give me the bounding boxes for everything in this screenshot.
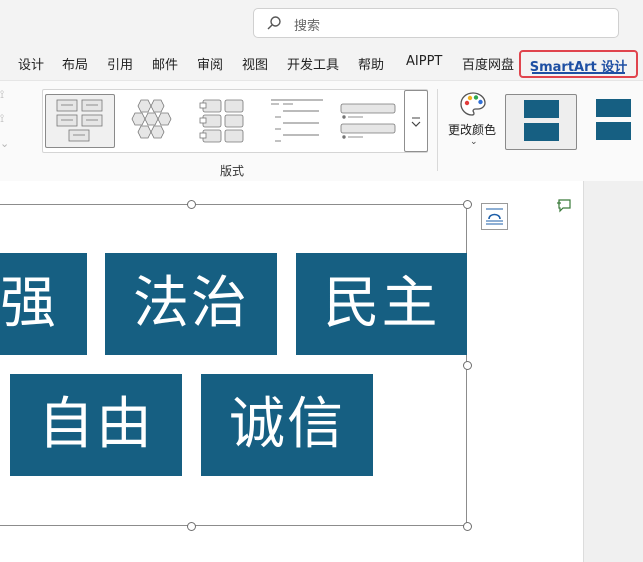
chevron-down-icon xyxy=(411,117,421,127)
layout-options-icon xyxy=(486,208,503,225)
smartart-node[interactable]: 诚信 xyxy=(201,374,373,476)
tab-mailings[interactable]: 邮件 xyxy=(152,54,178,73)
tab-view[interactable]: 视图 xyxy=(242,54,268,73)
layouts-group-label: 版式 xyxy=(220,164,245,178)
tab-smartart-design[interactable]: SmartArt 设计 xyxy=(519,50,638,78)
comment-icon[interactable] xyxy=(556,197,572,213)
tab-help[interactable]: 帮助 xyxy=(358,54,384,73)
resize-handle-bottom-right[interactable] xyxy=(463,522,472,531)
truncated-dropdown-icon: ⌄ xyxy=(0,137,10,150)
ribbon-panel: ⟟ ⟟ ⌄ 版式 更改颜色 ⌄ xyxy=(0,80,643,181)
layout-thumb-line-list[interactable] xyxy=(261,94,331,148)
layout-thumb-bullet-bars[interactable] xyxy=(333,94,403,148)
smartart-style-thumb-2[interactable] xyxy=(585,94,643,150)
palette-icon xyxy=(460,92,486,116)
document-side-gutter xyxy=(583,181,643,562)
resize-handle-bottom[interactable] xyxy=(187,522,196,531)
smartart-node[interactable]: 法治 xyxy=(105,253,277,355)
layout-line-list-icon xyxy=(271,99,323,142)
resize-handle-top-right[interactable] xyxy=(463,200,472,209)
tab-aippt[interactable]: AIPPT xyxy=(406,54,442,69)
active-tab-underline xyxy=(532,72,625,74)
layout-hexagon-icon xyxy=(131,99,172,139)
smartart-node[interactable]: 强 xyxy=(0,253,87,355)
tab-design[interactable]: 设计 xyxy=(18,54,44,73)
chevron-down-icon: ⌄ xyxy=(470,137,478,147)
tab-review[interactable]: 审阅 xyxy=(197,54,223,73)
style-two-blocks-icon xyxy=(524,100,559,141)
tab-baidu-netdisk[interactable]: 百度网盘 xyxy=(462,54,514,73)
tab-developer[interactable]: 开发工具 xyxy=(287,54,339,73)
layout-thumb-basic-block[interactable] xyxy=(45,94,115,148)
layout-thumb-hexagon-cluster[interactable] xyxy=(119,94,189,148)
layout-thumb-accent-boxes[interactable] xyxy=(189,94,259,148)
smartart-node[interactable]: 自由 xyxy=(10,374,182,476)
layout-gallery-more-button[interactable] xyxy=(404,90,428,152)
search-placeholder: 搜索 xyxy=(294,19,321,34)
truncated-control-icon: ⟟ xyxy=(0,88,5,101)
smartart-style-thumb-1[interactable] xyxy=(505,94,577,150)
smartart-node[interactable]: 民主 xyxy=(296,253,467,355)
resize-handle-right[interactable] xyxy=(463,361,472,370)
layout-bullet-bars-icon xyxy=(340,103,396,139)
group-separator xyxy=(437,89,438,171)
layout-gallery xyxy=(42,89,428,153)
layout-basic-block-icon xyxy=(56,99,103,142)
resize-handle-top[interactable] xyxy=(187,200,196,209)
layout-accent-boxes-icon xyxy=(199,99,244,143)
title-bar: 搜索 xyxy=(0,0,643,46)
change-colors-label: 更改颜色 xyxy=(448,123,497,137)
ribbon: ⟟ ⟟ ⌄ 版式 更改颜色 ⌄ xyxy=(0,80,643,182)
ribbon-tabs: 设计 布局 引用 邮件 审阅 视图 开发工具 帮助 AIPPT 百度网盘 Sma… xyxy=(0,46,643,80)
tab-references[interactable]: 引用 xyxy=(107,54,133,73)
layout-options-button[interactable] xyxy=(481,203,508,230)
search-box[interactable]: 搜索 xyxy=(253,8,619,38)
tab-layout[interactable]: 布局 xyxy=(62,54,88,73)
search-icon xyxy=(267,16,281,30)
style-two-blocks-icon xyxy=(596,99,631,140)
truncated-control-icon: ⟟ xyxy=(0,112,5,125)
